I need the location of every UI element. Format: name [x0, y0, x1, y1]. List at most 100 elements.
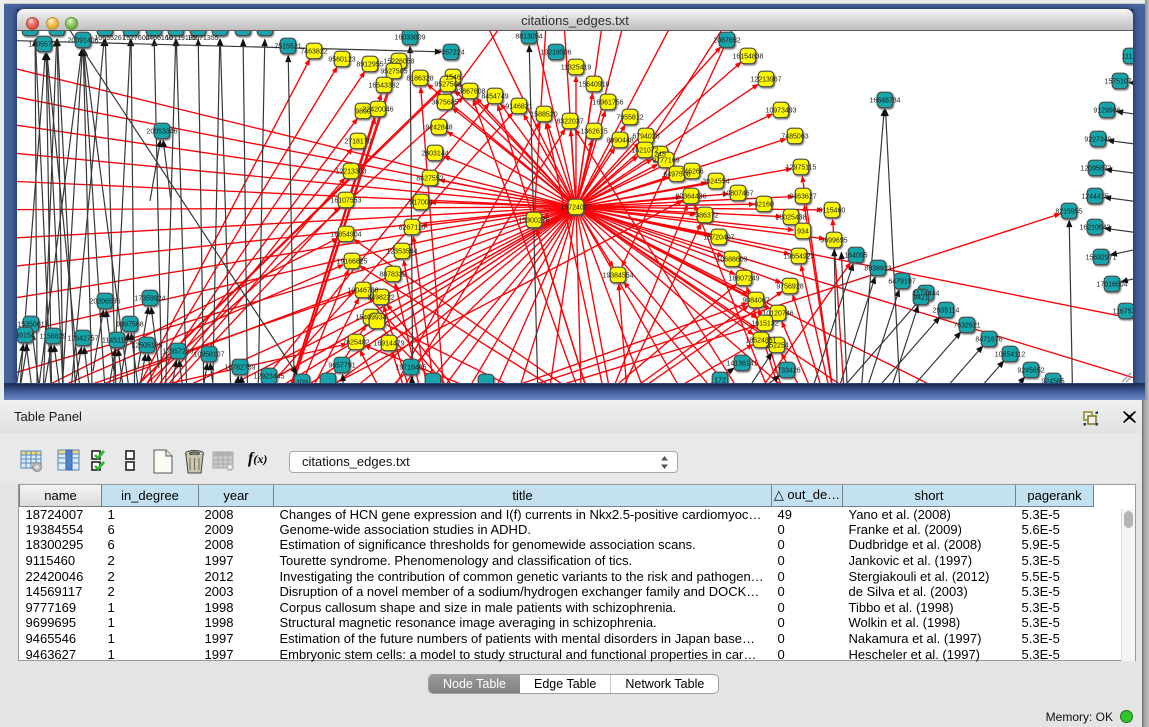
- svg-text:9115460: 9115460: [819, 207, 846, 214]
- svg-text:9084067: 9084067: [742, 297, 769, 304]
- svg-text:16543382: 16543382: [368, 82, 399, 89]
- svg-text:8912955: 8912955: [356, 61, 383, 68]
- svg-text:8471676: 8471676: [975, 336, 1002, 343]
- svg-text:1588520: 1588520: [530, 111, 557, 118]
- svg-text:8267110: 8267110: [399, 224, 426, 231]
- svg-text:8215955: 8215955: [1055, 208, 1082, 215]
- svg-text:39154: 39154: [17, 332, 35, 339]
- svg-text:9421: 9421: [913, 294, 929, 301]
- svg-text:19384554: 19384554: [602, 272, 633, 279]
- svg-text:9560123: 9560123: [328, 56, 355, 63]
- svg-text:252254: 252254: [765, 342, 788, 349]
- svg-text:16154838: 16154838: [732, 53, 763, 60]
- svg-text:12942757: 12942757: [67, 335, 98, 342]
- svg-text:16854904: 16854904: [330, 231, 361, 238]
- svg-text:7386372: 7386372: [691, 212, 718, 219]
- svg-text:7485063: 7485063: [781, 133, 808, 140]
- svg-text:62160: 62160: [754, 201, 774, 208]
- svg-text:3498222: 3498222: [367, 294, 394, 301]
- svg-text:8186328: 8186328: [406, 75, 433, 82]
- svg-text:1615132: 1615132: [751, 320, 778, 327]
- svg-text:3624554: 3624554: [702, 178, 729, 185]
- svg-text:934: 934: [797, 228, 809, 235]
- svg-text:18724007: 18724007: [560, 204, 591, 211]
- svg-text:14136141: 14136141: [726, 360, 757, 367]
- svg-text:16671355: 16671355: [187, 35, 218, 42]
- svg-text:1733426: 1733426: [773, 367, 800, 374]
- svg-text:1362615: 1362615: [580, 128, 607, 135]
- svg-text:15692971: 15692971: [1085, 254, 1116, 261]
- svg-text:14055721: 14055721: [28, 41, 59, 48]
- svg-text:2087652: 2087652: [713, 37, 740, 44]
- svg-text:17016504: 17016504: [1096, 281, 1127, 288]
- svg-text:10807467: 10807467: [722, 190, 753, 197]
- svg-text:20053346: 20053346: [146, 128, 177, 135]
- svg-text:9657791: 9657791: [328, 362, 355, 369]
- svg-text:9699695: 9699695: [820, 237, 847, 244]
- svg-text:11325419: 11325419: [561, 64, 592, 71]
- svg-text:12213383: 12213383: [335, 168, 366, 175]
- svg-text:12505135: 12505135: [131, 342, 162, 349]
- svg-text:16782759: 16782759: [224, 364, 255, 371]
- svg-text:19166825: 19166825: [336, 258, 367, 265]
- svg-text:7515521: 7515521: [274, 43, 301, 50]
- svg-text:10654112: 10654112: [995, 351, 1026, 358]
- svg-text:9146821: 9146821: [505, 103, 532, 110]
- svg-text:8454749: 8454749: [481, 93, 508, 100]
- svg-text:16961756: 16961756: [592, 99, 623, 106]
- svg-text:19218506: 19218506: [540, 49, 571, 56]
- svg-text:9756928: 9756928: [776, 283, 803, 290]
- svg-text:746266: 746266: [680, 168, 703, 175]
- svg-text:18807249: 18807249: [728, 275, 759, 282]
- svg-text:15409934: 15409934: [355, 314, 386, 321]
- svg-text:10688609: 10688609: [716, 256, 747, 263]
- svg-text:10120746: 10120746: [762, 310, 793, 317]
- svg-text:12353594: 12353594: [386, 248, 417, 255]
- svg-text:20364436: 20364436: [675, 193, 706, 200]
- svg-text:9129966: 9129966: [1093, 107, 1120, 114]
- svg-text:10046788: 10046788: [347, 287, 378, 294]
- svg-text:9997568: 9997568: [116, 321, 143, 328]
- svg-text:15640910: 15640910: [578, 81, 609, 88]
- svg-text:10025438: 10025438: [775, 214, 806, 221]
- svg-text:9242848: 9242848: [425, 124, 452, 131]
- svg-text:9777169: 9777169: [652, 157, 679, 164]
- svg-text:10973493: 10973493: [765, 107, 796, 114]
- svg-text:1156829: 1156829: [40, 333, 67, 340]
- svg-text:11451194: 11451194: [102, 337, 132, 344]
- svg-text:16210643: 16210643: [1079, 224, 1110, 231]
- svg-text:19654923: 19654923: [783, 253, 814, 260]
- svg-text:2935114: 2935114: [933, 307, 960, 314]
- svg-text:7357224: 7357224: [437, 49, 464, 56]
- svg-text:109: 109: [296, 379, 308, 383]
- svg-text:9890: 9890: [355, 108, 371, 115]
- svg-text:1167533: 1167533: [1113, 308, 1133, 315]
- svg-text:10655267: 10655267: [94, 35, 125, 42]
- svg-text:6479197: 6479197: [888, 278, 915, 285]
- svg-text:19716485: 19716485: [395, 364, 426, 371]
- svg-text:9527508: 9527508: [434, 81, 461, 88]
- svg-text:9463627: 9463627: [789, 193, 816, 200]
- svg-text:172: 172: [714, 377, 726, 383]
- svg-text:15751074: 15751074: [1104, 78, 1133, 85]
- svg-text:7955812: 7955812: [616, 114, 643, 121]
- svg-text:2718170: 2718170: [344, 138, 371, 145]
- svg-text:11123: 11123: [1122, 53, 1133, 60]
- svg-text:6794028: 6794028: [632, 133, 659, 140]
- svg-text:15720407: 15720407: [703, 234, 734, 241]
- svg-text:17957223: 17957223: [162, 348, 193, 355]
- svg-text:9245652: 9245652: [1017, 367, 1044, 374]
- svg-text:20206536: 20206536: [89, 298, 120, 305]
- svg-text:7632621: 7632621: [953, 322, 980, 329]
- svg-text:7625402: 7625402: [342, 339, 369, 346]
- svg-text:8813054: 8813054: [515, 33, 542, 40]
- svg-text:8938923: 8938923: [864, 265, 891, 272]
- svg-text:15226058: 15226058: [383, 58, 414, 65]
- svg-text:1244415: 1244415: [1081, 193, 1108, 200]
- svg-text:917004: 917004: [409, 199, 432, 206]
- svg-text:16107553: 16107553: [330, 197, 361, 204]
- svg-text:7463822: 7463822: [300, 48, 327, 55]
- svg-text:16033809: 16033809: [394, 34, 425, 41]
- svg-text:15300275: 15300275: [518, 217, 549, 224]
- svg-text:12923445: 12923445: [253, 373, 284, 380]
